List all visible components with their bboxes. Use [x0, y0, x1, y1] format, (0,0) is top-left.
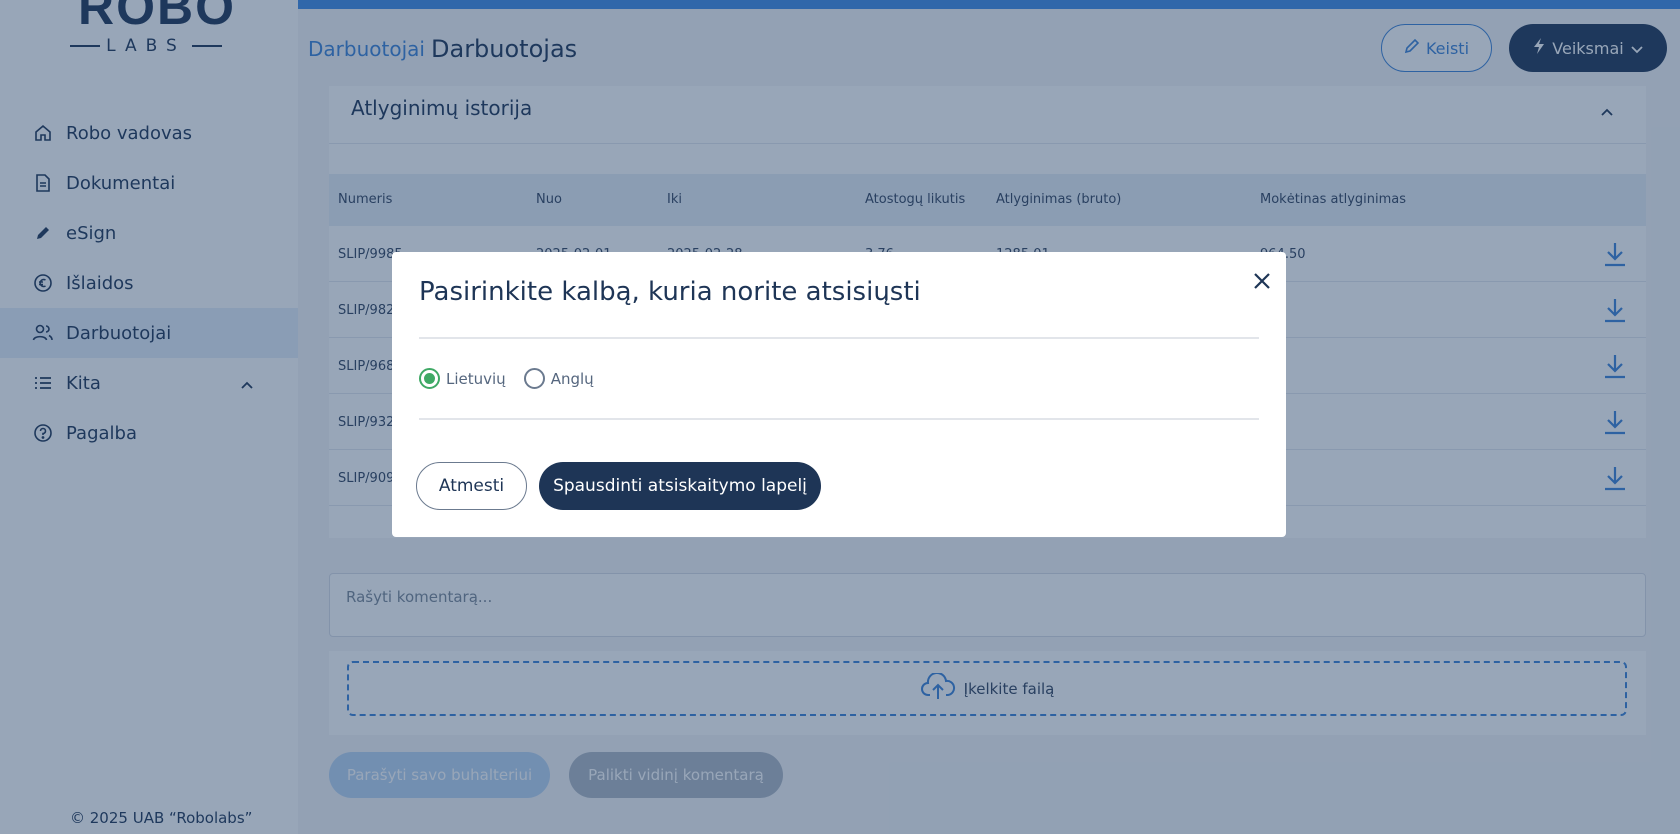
language-select-dialog: Pasirinkite kalbą, kuria norite atsisiųs…	[392, 252, 1286, 537]
language-radio-group: Lietuvių Anglų	[419, 368, 608, 389]
divider	[419, 337, 1259, 339]
dialog-title: Pasirinkite kalbą, kuria norite atsisiųs…	[419, 277, 921, 307]
cancel-button[interactable]: Atmesti	[416, 462, 527, 510]
close-icon[interactable]	[1248, 267, 1276, 295]
radio-label-lithuanian[interactable]: Lietuvių	[446, 370, 506, 388]
divider	[419, 418, 1259, 420]
radio-label-english[interactable]: Anglų	[551, 370, 594, 388]
radio-lithuanian[interactable]	[419, 368, 440, 389]
radio-english[interactable]	[523, 368, 545, 389]
print-payslip-button[interactable]: Spausdinti atsiskaitymo lapelį	[539, 462, 821, 510]
